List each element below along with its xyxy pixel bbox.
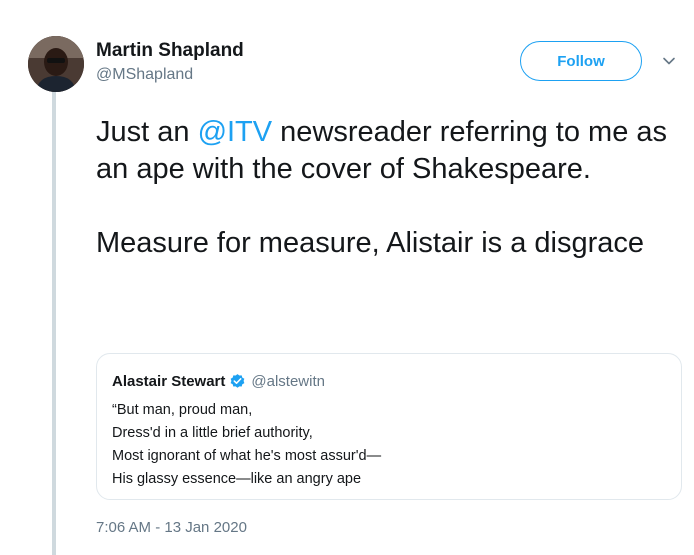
- quoted-line: “But man, proud man,: [112, 402, 253, 418]
- author-handle[interactable]: @MShapland: [96, 66, 193, 84]
- tweet-paragraph-2: Measure for measure, Alistair is a disgr…: [96, 227, 644, 259]
- mention-link[interactable]: @ITV: [198, 116, 273, 148]
- quoted-tweet-header: Alastair Stewart @alstewitn: [112, 373, 325, 390]
- thread-line: [52, 92, 56, 555]
- quoted-tweet[interactable]: Alastair Stewart @alstewitn “But man, pr…: [96, 353, 682, 500]
- chevron-down-icon[interactable]: [661, 53, 677, 69]
- author-name[interactable]: Martin Shapland: [96, 40, 244, 62]
- quoted-author-name: Alastair Stewart: [112, 373, 226, 390]
- tweet-paragraph-1: Just an @ITV newsreader referring to me …: [96, 114, 686, 188]
- tweet-card: Martin Shapland @MShapland Follow Just a…: [0, 0, 694, 555]
- follow-button[interactable]: Follow: [520, 41, 642, 81]
- quoted-line: Dress'd in a little brief authority,: [112, 425, 313, 441]
- verified-badge-icon: [231, 374, 245, 388]
- tweet-text-prefix: Just an: [96, 116, 198, 148]
- quoted-author-handle: @alstewitn: [251, 373, 325, 390]
- avatar-image: [28, 36, 84, 92]
- quoted-tweet-text: “But man, proud man, Dress'd in a little…: [112, 399, 381, 491]
- quoted-line: His glassy essence—like an angry ape: [112, 471, 362, 487]
- quoted-line: Most ignorant of what he's most assur'd—: [112, 448, 382, 464]
- tweet-timestamp[interactable]: 7:06 AM - 13 Jan 2020: [96, 519, 247, 536]
- avatar[interactable]: [28, 36, 84, 92]
- tweet-text: Just an @ITV newsreader referring to me …: [96, 114, 686, 262]
